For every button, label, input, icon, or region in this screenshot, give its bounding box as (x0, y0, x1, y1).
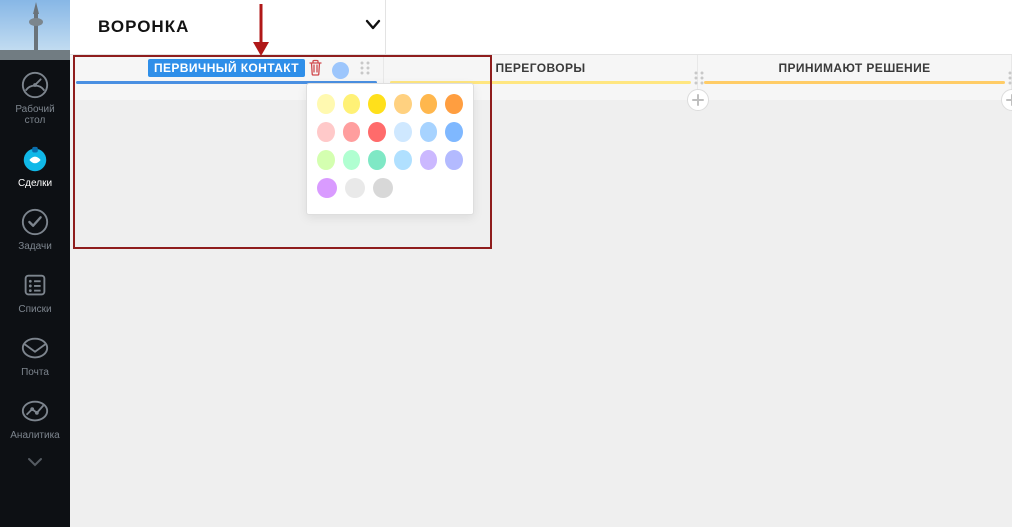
gauge-icon (20, 70, 50, 100)
color-swatch[interactable] (317, 94, 335, 114)
color-swatch[interactable] (343, 150, 361, 170)
sidebar-item-mail[interactable]: Почта (0, 323, 70, 386)
stage-strip: ПЕРВИЧНЫЙ КОНТАКТ ПЕРЕГОВОРЫ ПРИНИМАЮТ РЕШ… (70, 55, 1012, 100)
chevron-down-icon (364, 16, 382, 34)
color-swatch[interactable] (368, 122, 386, 142)
deals-icon (20, 144, 50, 174)
main-area: ВОРОНКА ПЕРВИЧНЫЙ КОНТАКТ ПЕРЕГОВОРЫ ПРИНИ… (70, 0, 1012, 527)
sidebar-expand-toggle[interactable] (26, 453, 44, 476)
color-row (317, 178, 463, 198)
sidebar-item-label: Рабочийстол (15, 104, 54, 126)
sidebar-item-lists[interactable]: Списки (0, 260, 70, 323)
profile-avatar[interactable] (0, 0, 70, 60)
stage-name[interactable]: ПЕРЕГОВОРЫ (489, 59, 591, 77)
stage-edit-tools (307, 59, 373, 81)
color-swatch[interactable] (343, 122, 361, 142)
color-swatch[interactable] (317, 178, 337, 198)
color-swatch[interactable] (445, 94, 463, 114)
sidebar-item-deals[interactable]: Сделки (0, 134, 70, 197)
color-swatch[interactable] (420, 94, 438, 114)
header: ВОРОНКА (70, 0, 1012, 55)
sidebar-item-label: Задачи (18, 241, 52, 252)
color-swatch[interactable] (394, 122, 412, 142)
canvas (70, 55, 1012, 527)
color-swatch[interactable] (420, 150, 438, 170)
delete-stage-button[interactable] (307, 59, 324, 81)
chevron-down-icon (26, 453, 44, 471)
stage-column: ПРИНИМАЮТ РЕШЕНИЕ (698, 55, 1012, 100)
sidebar: Рабочийстол Сделки Задачи Списки Почта (0, 0, 70, 527)
color-swatch[interactable] (445, 150, 463, 170)
color-swatch[interactable] (394, 150, 412, 170)
sidebar-item-analytics[interactable]: Аналитика (0, 386, 70, 449)
sidebar-item-dashboard[interactable]: Рабочийстол (0, 60, 70, 134)
color-swatch[interactable] (445, 122, 463, 142)
stage-color-bar (704, 81, 1005, 84)
stage-current-color[interactable] (332, 62, 349, 79)
divider (385, 0, 386, 55)
list-icon (20, 270, 50, 300)
tower-icon (0, 0, 70, 60)
drag-handle-icon[interactable] (691, 70, 707, 86)
check-circle-icon (20, 207, 50, 237)
sidebar-item-label: Списки (18, 304, 51, 315)
color-row (317, 150, 463, 170)
sidebar-item-label: Аналитика (10, 430, 60, 441)
sidebar-item-label: Почта (21, 367, 49, 378)
drag-handle-icon[interactable] (1005, 70, 1012, 86)
add-stage-button[interactable] (687, 89, 709, 111)
drag-handle-icon[interactable] (357, 60, 373, 81)
color-swatch[interactable] (317, 122, 335, 142)
sidebar-item-label: Сделки (18, 178, 52, 189)
pipeline-switcher[interactable] (364, 16, 382, 39)
color-swatch[interactable] (317, 150, 335, 170)
color-row (317, 122, 463, 142)
color-swatch[interactable] (368, 94, 386, 114)
color-swatch[interactable] (394, 94, 412, 114)
color-swatch[interactable] (343, 94, 361, 114)
sidebar-item-tasks[interactable]: Задачи (0, 197, 70, 260)
stage-name[interactable]: ПЕРВИЧНЫЙ КОНТАКТ (148, 59, 305, 77)
color-swatch[interactable] (345, 178, 365, 198)
color-swatch[interactable] (368, 150, 386, 170)
mail-icon (20, 333, 50, 363)
color-swatch[interactable] (420, 122, 438, 142)
analytics-icon (20, 396, 50, 426)
color-picker-popover (306, 83, 474, 215)
color-row (317, 94, 463, 114)
stage-name[interactable]: ПРИНИМАЮТ РЕШЕНИЕ (772, 59, 936, 77)
pipeline-title: ВОРОНКА (98, 17, 189, 37)
color-swatch[interactable] (373, 178, 393, 198)
